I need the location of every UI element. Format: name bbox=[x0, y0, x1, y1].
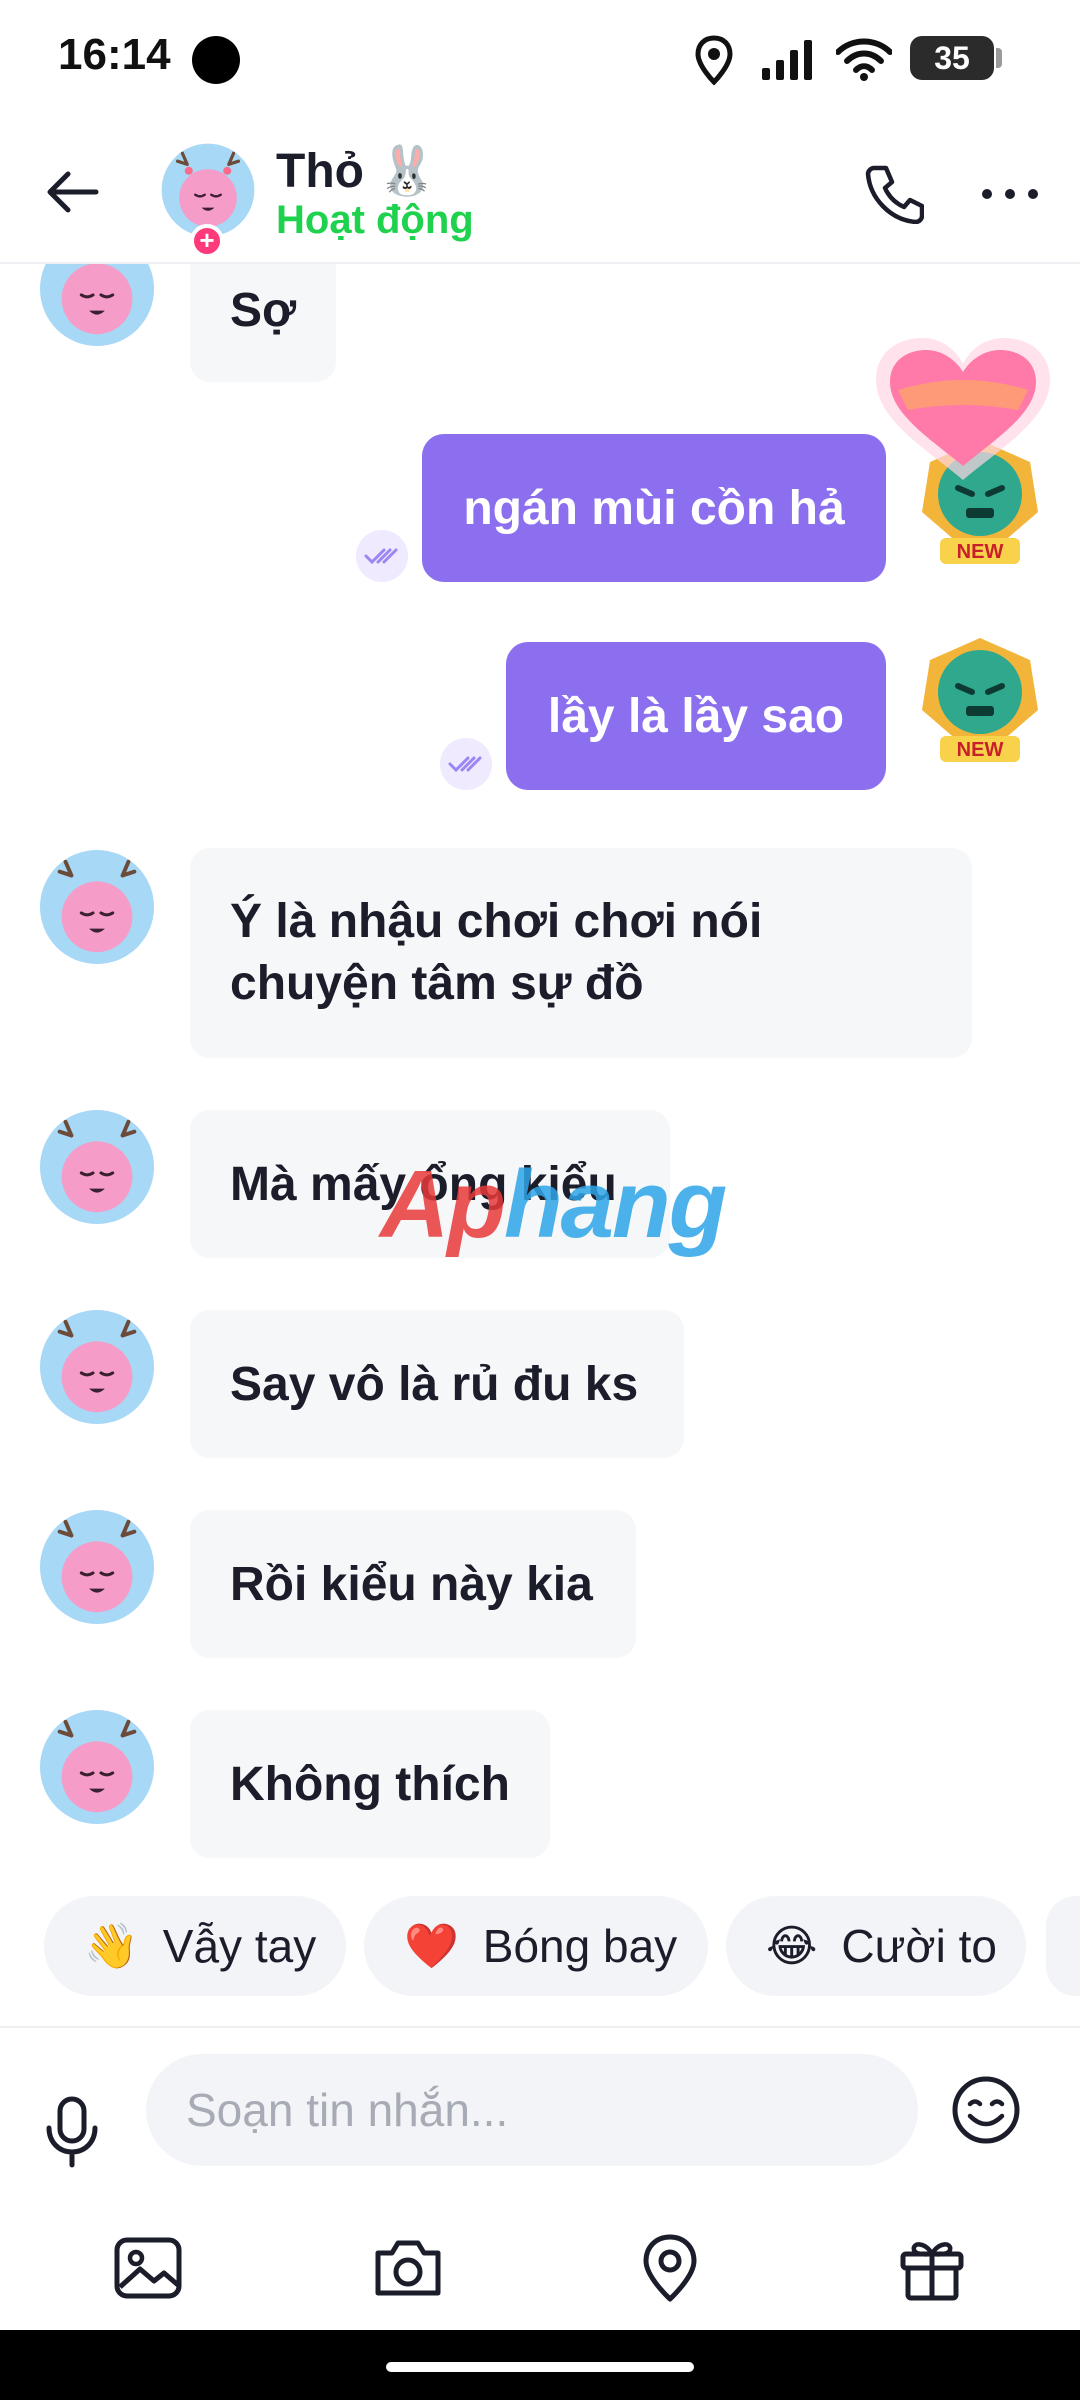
emoji-button[interactable] bbox=[944, 2068, 1028, 2152]
message-input[interactable] bbox=[146, 2054, 918, 2166]
message-text: Mà mấy ổng kiểu bbox=[230, 1157, 617, 1211]
quick-reaction-balloon[interactable]: ❤️ Bóng bay bbox=[364, 1896, 708, 1996]
gallery-icon bbox=[114, 2237, 182, 2299]
incoming-message[interactable]: Ý là nhậu chơi chơi nói chuyện tâm sự đồ bbox=[190, 848, 972, 1058]
location-pin-icon bbox=[643, 2234, 697, 2302]
back-arrow-icon bbox=[47, 171, 99, 213]
chip-label: Vẫy tay bbox=[162, 1920, 317, 1972]
camera-icon bbox=[375, 2240, 441, 2296]
new-badge-text: NEW bbox=[957, 739, 1004, 761]
my-avatar[interactable]: NEW bbox=[910, 630, 1050, 770]
message-text: Rồi kiểu này kia bbox=[230, 1557, 593, 1611]
message-text: Không thích bbox=[230, 1757, 510, 1811]
back-button[interactable] bbox=[36, 156, 108, 228]
contact-avatar[interactable] bbox=[38, 1508, 156, 1626]
signal-icon bbox=[762, 40, 812, 80]
message-composer bbox=[0, 2026, 1080, 2206]
system-nav-bar bbox=[0, 2330, 1080, 2400]
read-receipt-icon bbox=[440, 738, 492, 790]
outgoing-message[interactable]: ngán mùi cồn hả bbox=[422, 434, 886, 582]
home-indicator[interactable] bbox=[386, 2362, 694, 2372]
more-icon bbox=[982, 189, 1038, 199]
quick-reaction-more[interactable] bbox=[1046, 1896, 1080, 1996]
emoji-icon bbox=[952, 2076, 1020, 2144]
location-button[interactable] bbox=[628, 2226, 712, 2310]
add-friend-badge[interactable]: + bbox=[190, 224, 224, 258]
battery-tip bbox=[996, 48, 1002, 68]
heart-icon: ❤️ bbox=[404, 1922, 459, 1971]
message-text: Ý là nhậu chơi chơi nói chuyện tâm sự đồ bbox=[230, 895, 763, 1010]
outgoing-message[interactable]: lầy là lầy sao bbox=[506, 642, 886, 790]
message-text: ngán mùi cồn hả bbox=[463, 481, 845, 535]
attachment-toolbar bbox=[0, 2206, 1080, 2330]
read-receipt-icon bbox=[356, 530, 408, 582]
quick-reaction-wave[interactable]: 👋 Vẫy tay bbox=[44, 1896, 346, 1996]
chip-label: Bóng bay bbox=[482, 1920, 678, 1972]
incoming-message[interactable]: Mà mấy ổng kiểu bbox=[190, 1110, 670, 1258]
status-time: 16:14 bbox=[58, 30, 171, 79]
call-button[interactable] bbox=[856, 156, 932, 232]
gift-icon bbox=[900, 2242, 964, 2301]
new-badge-text: NEW bbox=[957, 541, 1004, 563]
contact-status: Hoạt động bbox=[276, 198, 474, 242]
more-options-button[interactable] bbox=[972, 156, 1048, 232]
contact-name[interactable]: Thỏ 🐰 bbox=[276, 142, 437, 199]
voice-button[interactable] bbox=[36, 2084, 108, 2180]
wave-icon: 👋 bbox=[84, 1922, 139, 1971]
message-text: lầy là lầy sao bbox=[547, 689, 845, 743]
incoming-message[interactable]: Say vô là rủ đu ks bbox=[190, 1310, 684, 1458]
battery-icon: 35 bbox=[910, 36, 994, 80]
call-icon bbox=[865, 165, 924, 224]
quick-reaction-bar: 👋 Vẫy tay ❤️ Bóng bay 😂 Cười to bbox=[0, 1896, 1080, 2000]
camera-cutout bbox=[192, 36, 240, 84]
location-icon bbox=[695, 35, 733, 86]
heart-sticker-icon bbox=[876, 338, 1050, 480]
contact-avatar[interactable] bbox=[38, 848, 156, 966]
incoming-message[interactable]: Rồi kiểu này kia bbox=[190, 1510, 636, 1658]
contact-avatar[interactable] bbox=[38, 1108, 156, 1226]
gift-button[interactable] bbox=[890, 2226, 974, 2310]
laugh-icon: 😂 bbox=[766, 1921, 818, 1971]
camera-button[interactable] bbox=[366, 2226, 450, 2310]
status-bar: 16:14 35 bbox=[0, 0, 1080, 120]
contact-avatar[interactable] bbox=[38, 1708, 156, 1826]
message-text: Sợ bbox=[230, 283, 297, 337]
wifi-icon bbox=[836, 38, 892, 81]
gallery-button[interactable] bbox=[106, 2226, 190, 2310]
message-text: Say vô là rủ đu ks bbox=[230, 1357, 639, 1411]
contact-avatar[interactable] bbox=[38, 1308, 156, 1426]
quick-reaction-laugh[interactable]: 😂 Cười to bbox=[726, 1896, 1026, 1996]
incoming-message[interactable]: Không thích bbox=[190, 1710, 550, 1858]
chip-label: Cười to bbox=[841, 1920, 997, 1972]
mic-icon bbox=[46, 2096, 98, 2168]
chat-header: + Thỏ 🐰 Hoạt động bbox=[0, 120, 1080, 264]
